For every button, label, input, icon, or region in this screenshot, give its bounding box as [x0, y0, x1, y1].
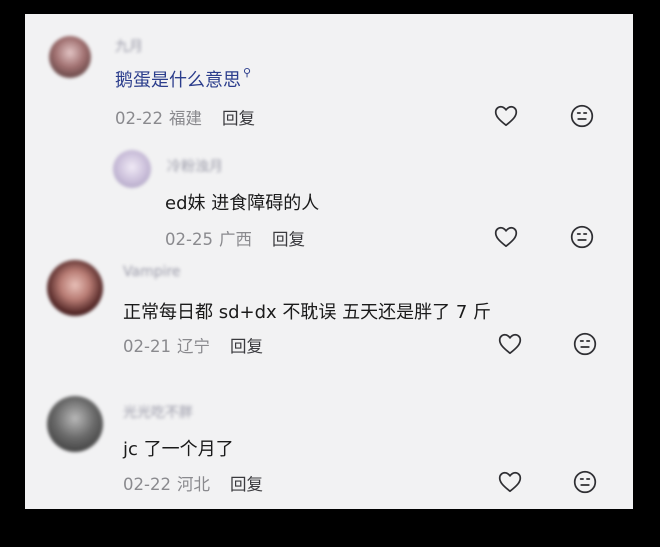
comment-location: 福建 [168, 109, 202, 128]
username[interactable]: 光光吃不胖 [123, 402, 193, 422]
username[interactable]: Vampire [123, 264, 181, 280]
reply-button[interactable]: 回复 [230, 475, 263, 494]
comment-text-content[interactable]: 鹅蛋是什么意思 [115, 70, 241, 91]
comment-location: 辽宁 [176, 337, 210, 356]
username[interactable]: 九月 [115, 36, 143, 56]
comment-meta: 02-22 河北 回复 [123, 471, 263, 495]
reply-button[interactable]: 回复 [222, 109, 255, 128]
sad-face-icon[interactable] [572, 331, 598, 357]
heart-outline-icon[interactable] [497, 469, 523, 495]
comment-date: 02-22 [115, 109, 163, 128]
comment-date: 02-22 [123, 475, 171, 494]
reply-button[interactable]: 回复 [272, 230, 305, 249]
avatar[interactable] [49, 36, 91, 78]
heart-outline-icon[interactable] [493, 224, 519, 250]
comment-meta: 02-22 福建 回复 [115, 105, 255, 129]
comment-location: 广西 [218, 230, 252, 249]
comment-text[interactable]: jc 了一个月了 [123, 435, 234, 461]
comment-list: 九月 鹅蛋是什么意思 ⚲ 02-22 福建 回复 冷粉浊月 ed妹 进食障碍的人 02… [25, 14, 633, 509]
sad-face-icon[interactable] [569, 103, 595, 129]
avatar[interactable] [47, 260, 103, 316]
comment-location: 河北 [176, 475, 210, 494]
avatar[interactable] [113, 150, 151, 188]
comment-text[interactable]: 正常每日都 sd+dx 不耽误 五天还是胖了 7 斤 [123, 298, 491, 324]
comment-text[interactable]: 鹅蛋是什么意思 ⚲ [115, 66, 251, 92]
reply-button[interactable]: 回复 [230, 337, 263, 356]
comment-date: 02-25 [165, 230, 213, 249]
sad-face-icon[interactable] [572, 469, 598, 495]
search-icon[interactable]: ⚲ [243, 66, 251, 79]
heart-outline-icon[interactable] [497, 331, 523, 357]
avatar[interactable] [47, 396, 103, 452]
username[interactable]: 冷粉浊月 [167, 156, 223, 176]
comment-text[interactable]: ed妹 进食障碍的人 [165, 189, 319, 215]
comment-meta: 02-21 辽宁 回复 [123, 333, 263, 357]
comment-meta: 02-25 广西 回复 [165, 226, 305, 250]
heart-outline-icon[interactable] [493, 103, 519, 129]
comment-date: 02-21 [123, 337, 171, 356]
sad-face-icon[interactable] [569, 224, 595, 250]
